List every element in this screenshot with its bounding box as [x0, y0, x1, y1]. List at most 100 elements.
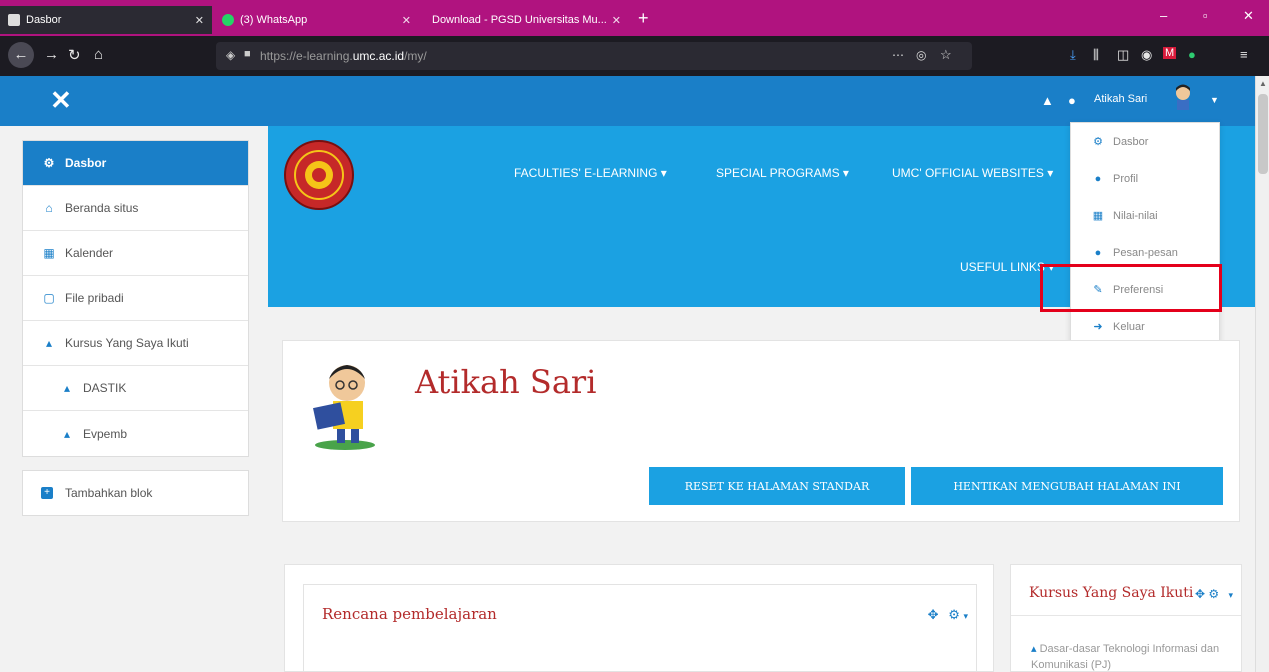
sidebar-item-1[interactable]: ⌂ Beranda situs — [23, 186, 248, 231]
header-user-name[interactable]: Atikah Sari — [1094, 93, 1147, 105]
scroll-up-icon[interactable]: ▲ — [1259, 79, 1267, 88]
course-link-label: Dasar-dasar Teknologi Informasi dan Komu… — [1031, 643, 1220, 671]
profile-header-card: Atikah Sari RESET KE HALAMAN STANDAR HEN… — [282, 340, 1240, 522]
address-bar[interactable]: ◈ ■ https://e-learning.umc.ac.id/my/ ⋯ ◎… — [216, 42, 972, 70]
learning-plan-region: Rencana pembelajaran ✥ ⚙ ▾ — [284, 564, 994, 672]
block-controls: ✥ ⚙ ▾ — [1195, 587, 1233, 601]
site-header: ✕ ▲ ● Atikah Sari ▼ — [0, 76, 1255, 126]
sidebar-item-label: DASTIK — [83, 381, 127, 395]
forward-icon[interactable]: → — [44, 46, 59, 63]
new-tab-icon[interactable]: + — [638, 8, 649, 28]
user-menu-item-label: Dasbor — [1113, 135, 1149, 148]
highlight-box — [1040, 264, 1222, 312]
learning-plan-block: Rencana pembelajaran ✥ ⚙ ▾ — [303, 584, 977, 672]
bell-icon[interactable]: ▲ — [1041, 93, 1054, 108]
download-icon[interactable]: ⤓ — [1070, 47, 1076, 63]
page-scrollbar[interactable]: ▲ — [1255, 76, 1269, 672]
scrollbar-thumb[interactable] — [1258, 94, 1268, 174]
url-domain: umc.ac.id — [352, 49, 405, 63]
close-tab-icon[interactable]: ✕ — [612, 14, 621, 27]
caret-down-icon[interactable]: ▾ — [1229, 590, 1234, 600]
sign-out-icon: ➜ — [1093, 321, 1103, 333]
menu-official-websites[interactable]: UMC' OFFICIAL WEBSITES ▾ — [892, 166, 1053, 180]
learning-plan-title: Rencana pembelajaran — [322, 605, 497, 623]
gear-icon[interactable]: ⚙ — [948, 607, 960, 622]
caret-down-icon[interactable]: ▾ — [963, 611, 968, 621]
close-tab-icon[interactable]: ✕ — [195, 14, 204, 27]
close-drawer-icon[interactable]: ✕ — [50, 86, 72, 114]
profile-name: Atikah Sari — [415, 363, 597, 401]
plus-square-icon: + — [41, 487, 53, 499]
user-menu-caret-icon[interactable]: ▼ — [1210, 95, 1219, 105]
bookmark-star-icon[interactable]: ☆ — [940, 47, 952, 63]
user-menu-item-2[interactable]: ▦ Nilai-nilai — [1071, 197, 1219, 234]
sidebar-item-label: Evpemb — [83, 426, 128, 441]
account-icon[interactable]: ◉ — [1141, 47, 1152, 63]
menu-special-programs[interactable]: SPECIAL PROGRAMS ▾ — [716, 166, 849, 180]
user-avatar[interactable] — [1172, 84, 1194, 112]
browser-tab-whatsapp[interactable]: (3) WhatsApp ✕ — [214, 6, 419, 34]
reload-icon[interactable]: ↻ — [68, 46, 81, 64]
sidebar-item-4[interactable]: ▴ Kursus Yang Saya Ikuti — [23, 321, 248, 366]
library-icon[interactable]: ⫼ — [1093, 47, 1099, 63]
graduation-cap-icon: ▴ — [63, 426, 71, 441]
profile-avatar-cartoon — [313, 365, 375, 450]
sidebar-item-0[interactable]: ⚙ Dasbor — [23, 141, 248, 186]
move-icon[interactable]: ✥ — [1195, 587, 1205, 601]
moodle-favicon-icon — [8, 14, 20, 26]
graduation-cap-icon: ▴ — [63, 381, 71, 395]
user-menu-item-label: Keluar — [1113, 320, 1145, 333]
course-link[interactable]: ▴ Dasar-dasar Teknologi Informasi dan Ko… — [1031, 641, 1231, 672]
block-controls: ✥ ⚙ ▾ — [928, 607, 968, 623]
sidebar-item-6[interactable]: ▴ Evpemb — [23, 411, 248, 456]
close-tab-icon[interactable]: ✕ — [402, 14, 411, 27]
tachometer-icon: ⚙ — [1093, 136, 1103, 148]
stop-customising-button[interactable]: HENTIKAN MENGUBAH HALAMAN INI — [911, 467, 1223, 505]
sidebar-item-3[interactable]: ▢ File pribadi — [23, 276, 248, 321]
menu-faculties-elearning[interactable]: FACULTIES' E-LEARNING ▾ — [514, 166, 667, 180]
calendar-icon: ▦ — [43, 246, 55, 260]
move-icon[interactable]: ✥ — [928, 607, 939, 622]
page-actions-icon[interactable]: ⋯ — [892, 48, 904, 62]
user-menu-item-0[interactable]: ⚙ Dasbor — [1071, 123, 1219, 160]
tab-title: Dasbor — [26, 14, 62, 26]
table-icon: ▦ — [1092, 210, 1104, 222]
maximize-icon[interactable]: ▫ — [1203, 8, 1208, 23]
sidebar-item-label: Dasbor — [65, 156, 107, 170]
graduation-cap-icon: ▴ — [45, 336, 53, 350]
block-divider — [1011, 615, 1241, 616]
user-menu-item-1[interactable]: ● Profil — [1071, 160, 1219, 197]
user-menu-item-label: Profil — [1113, 172, 1139, 185]
sidebar-item-2[interactable]: ▦ Kalender — [23, 231, 248, 276]
browser-nav-bar: ← → ↻ ⌂ ◈ ■ https://e-learning.umc.ac.id… — [0, 36, 1269, 76]
chat-icon[interactable]: ● — [1068, 93, 1076, 108]
user-icon: ● — [1094, 172, 1102, 185]
extension-green-icon[interactable]: ● — [1188, 47, 1196, 62]
nav-drawer: ⚙ Dasbor ⌂ Beranda situs ▦ Kalender ▢ File prib… — [22, 140, 249, 457]
home-icon[interactable]: ⌂ — [94, 46, 103, 63]
sidebar-item-label: Kalender — [65, 246, 114, 260]
close-window-icon[interactable]: ✕ — [1243, 8, 1254, 24]
tachometer-icon: ⚙ — [43, 156, 55, 170]
url-prefix: https://e-learning. — [260, 49, 353, 63]
sidebar-item-5[interactable]: ▴ DASTIK — [23, 366, 248, 411]
extension-m-icon[interactable]: M — [1163, 47, 1177, 59]
sidebar-item-label: File pribadi — [65, 291, 124, 305]
user-menu-dropdown: ⚙ Dasbor ● Profil ▦ Nilai-nilai ● Pesan-pesan ✎ P… — [1070, 122, 1220, 346]
my-courses-title: Kursus Yang Saya Ikuti — [1029, 585, 1194, 601]
pocket-icon[interactable]: ◎ — [916, 48, 926, 62]
file-icon: ▢ — [43, 291, 55, 305]
browser-tab-dasbor[interactable]: Dasbor ✕ — [0, 6, 212, 34]
comment-icon: ● — [1094, 246, 1102, 259]
university-logo[interactable] — [284, 140, 354, 210]
minimize-icon[interactable]: – — [1160, 8, 1167, 23]
home-icon: ⌂ — [45, 201, 53, 215]
browser-tab-download[interactable]: Download - PGSD Universitas Mu... ✕ — [424, 6, 629, 34]
add-block-item[interactable]: + Tambahkan blok — [22, 470, 249, 516]
sidebar-toggle-icon[interactable]: ◫ — [1117, 47, 1129, 63]
lock-icon: ■ — [244, 48, 251, 60]
hamburger-menu-icon[interactable]: ≡ — [1240, 47, 1248, 62]
reset-page-button[interactable]: RESET KE HALAMAN STANDAR — [649, 467, 905, 505]
back-icon[interactable]: ← — [8, 42, 34, 68]
gear-icon[interactable]: ⚙ — [1208, 587, 1219, 601]
